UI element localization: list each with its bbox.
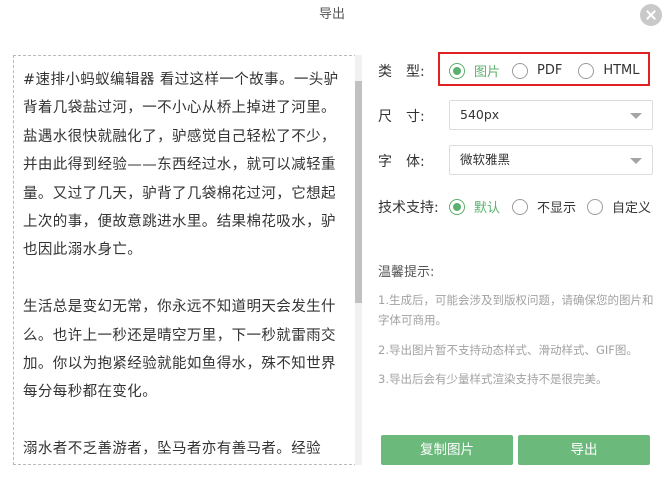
tip-item: 3.导出后会有少量样式渲染支持不是很完美。 xyxy=(378,372,608,386)
radio-unchecked-icon xyxy=(578,62,595,79)
type-option-html[interactable]: HTML xyxy=(578,62,640,79)
dialog-title: 导出 xyxy=(318,7,345,22)
support-option-label: 默认 xyxy=(474,201,501,216)
radio-unchecked-icon xyxy=(512,62,529,79)
radio-checked-icon xyxy=(449,198,465,215)
chevron-down-icon xyxy=(630,158,642,164)
type-option-pdf[interactable]: PDF xyxy=(512,62,563,79)
preview-text: #速排小蚂蚁编辑器 看过这样一个故事。一头驴背着几袋盐过河，一不小心从桥上掉进了… xyxy=(23,66,348,464)
scrollbar-thumb[interactable] xyxy=(355,81,362,303)
size-select-value: 540px xyxy=(460,107,500,122)
preview-paragraph: #速排小蚂蚁编辑器 看过这样一个故事。一头驴背着几袋盐过河，一不小心从桥上掉进了… xyxy=(23,72,339,259)
size-select[interactable]: 540px xyxy=(449,100,653,130)
preview-scrollbar[interactable] xyxy=(355,55,362,465)
type-radio-group: 图片 PDF HTML xyxy=(449,61,640,80)
copy-image-button[interactable]: 复制图片 xyxy=(381,435,513,465)
type-option-label: PDF xyxy=(537,63,563,78)
tip-item: 2.导出图片暂不支持动态样式、滑动样式、GIF图。 xyxy=(378,343,638,357)
support-option-label: 自定义 xyxy=(612,201,652,216)
preview-panel[interactable]: #速排小蚂蚁编辑器 看过这样一个故事。一头驴背着几袋盐过河，一不小心从桥上掉进了… xyxy=(13,55,362,465)
support-radio-group: 默认 不显示 自定义 xyxy=(449,197,651,216)
radio-unchecked-icon xyxy=(587,198,604,215)
support-option-custom[interactable]: 自定义 xyxy=(587,197,651,216)
size-label: 尺 寸: xyxy=(378,109,425,125)
support-option-label: 不显示 xyxy=(537,201,577,216)
chevron-down-icon xyxy=(630,113,642,119)
font-label: 字 体: xyxy=(378,154,425,170)
type-option-label: HTML xyxy=(603,63,640,78)
preview-paragraph: 溺水者不乏善游者，坠马者亦有善马者。经验 xyxy=(23,441,321,458)
support-option-default[interactable]: 默认 xyxy=(449,197,500,216)
tip-item: 1.生成后，可能会涉及到版权问题，请确保您的图片和字体可商用。 xyxy=(378,293,654,327)
radio-unchecked-icon xyxy=(512,198,529,215)
export-button[interactable]: 导出 xyxy=(518,435,650,465)
font-select-value: 微软雅黑 xyxy=(460,152,511,167)
radio-checked-icon xyxy=(449,62,465,79)
close-icon[interactable] xyxy=(640,4,662,26)
type-option-image[interactable]: 图片 xyxy=(449,61,500,80)
type-label: 类 型: xyxy=(378,64,425,80)
type-option-label: 图片 xyxy=(474,65,501,80)
support-option-hide[interactable]: 不显示 xyxy=(512,197,576,216)
preview-paragraph: 生活总是变幻无常，你永远不知道明天会发生什么。也许上一秒还是晴空万里，下一秒就雷… xyxy=(23,299,336,401)
font-select[interactable]: 微软雅黑 xyxy=(449,145,653,175)
tips-title: 温馨提示: xyxy=(378,265,435,280)
support-label: 技术支持: xyxy=(378,200,439,216)
